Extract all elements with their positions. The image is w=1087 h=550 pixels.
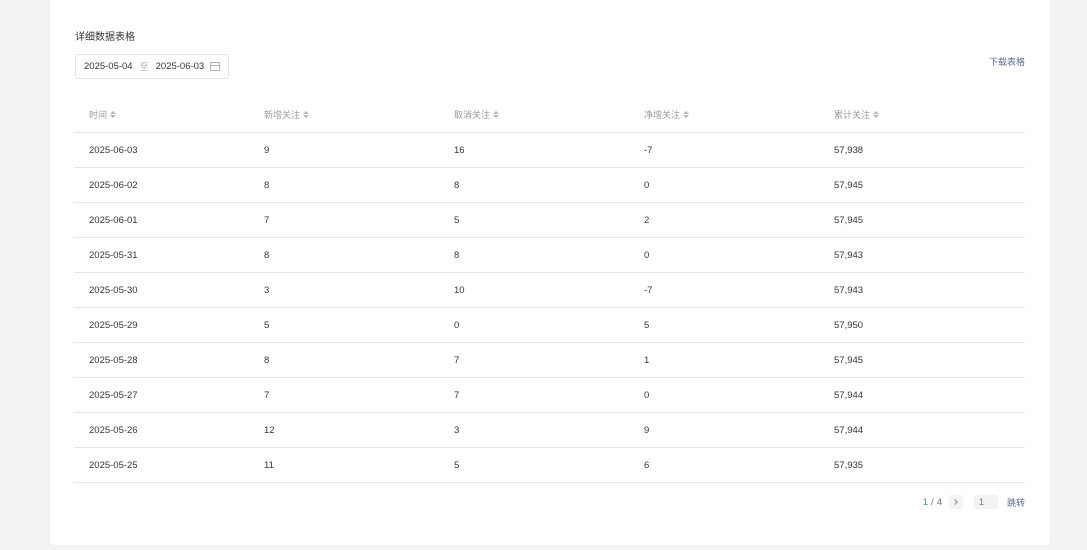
cell-net-follows: 1 bbox=[644, 354, 650, 366]
cell-total-follows: 57,938 bbox=[834, 144, 864, 156]
detail-data-card: 详细数据表格 2025-05-04 至 2025-06-03 下载表格 时间 新… bbox=[50, 0, 1050, 545]
jump-button[interactable]: 跳转 bbox=[1007, 496, 1025, 509]
cell-date: 2025-05-26 bbox=[89, 424, 138, 436]
cell-unfollows: 16 bbox=[454, 144, 465, 156]
cell-total-follows: 57,945 bbox=[834, 179, 864, 191]
cell-net-follows: 6 bbox=[644, 459, 650, 471]
cell-total-follows: 57,945 bbox=[834, 214, 864, 226]
cell-date: 2025-05-27 bbox=[89, 389, 138, 401]
cell-total-follows: 57,950 bbox=[834, 319, 864, 331]
pagination: 1 / 4 跳转 bbox=[923, 495, 1025, 509]
date-range-end[interactable]: 2025-06-03 bbox=[156, 61, 205, 72]
cell-total-follows: 57,945 bbox=[834, 354, 864, 366]
total-pages: 4 bbox=[936, 496, 942, 508]
table-row: 2025-05-27 7 7 0 57,944 bbox=[74, 378, 1025, 413]
cell-date: 2025-05-25 bbox=[89, 459, 138, 471]
cell-date: 2025-05-31 bbox=[89, 249, 138, 261]
calendar-icon[interactable] bbox=[210, 62, 220, 71]
cell-unfollows: 8 bbox=[454, 179, 460, 191]
cell-date: 2025-06-02 bbox=[89, 179, 138, 191]
cell-unfollows: 3 bbox=[454, 424, 460, 436]
column-header-new-follows[interactable]: 新增关注 bbox=[264, 108, 454, 121]
date-range-start[interactable]: 2025-05-04 bbox=[84, 61, 133, 72]
page-number-input[interactable] bbox=[973, 495, 998, 509]
section-title: 详细数据表格 bbox=[75, 32, 135, 43]
current-page: 1 bbox=[922, 496, 929, 508]
cell-unfollows: 8 bbox=[454, 249, 460, 261]
cell-new-follows: 7 bbox=[264, 389, 270, 401]
sort-icon[interactable] bbox=[683, 111, 690, 118]
cell-new-follows: 8 bbox=[264, 354, 270, 366]
sort-icon[interactable] bbox=[110, 111, 117, 118]
column-header-total-follows[interactable]: 累计关注 bbox=[834, 108, 1025, 121]
cell-net-follows: 0 bbox=[644, 389, 650, 401]
table-row: 2025-06-01 7 5 2 57,945 bbox=[74, 203, 1025, 238]
cell-new-follows: 9 bbox=[264, 144, 270, 156]
cell-new-follows: 3 bbox=[264, 284, 270, 296]
cell-total-follows: 57,943 bbox=[834, 249, 864, 261]
cell-new-follows: 8 bbox=[264, 249, 270, 261]
cell-new-follows: 7 bbox=[264, 214, 270, 226]
cell-net-follows: 0 bbox=[644, 179, 650, 191]
cell-net-follows: 0 bbox=[644, 249, 650, 261]
cell-date: 2025-05-29 bbox=[89, 319, 138, 331]
download-table-link[interactable]: 下载表格 bbox=[989, 55, 1025, 68]
cell-new-follows: 11 bbox=[264, 459, 274, 471]
cell-unfollows: 7 bbox=[454, 354, 460, 366]
cell-total-follows: 57,944 bbox=[834, 389, 864, 401]
table-header-row: 时间 新增关注 取消关注 净增关注 累计关注 bbox=[74, 97, 1025, 133]
table-row: 2025-05-25 11 5 6 57,935 bbox=[74, 448, 1025, 483]
cell-total-follows: 57,943 bbox=[834, 284, 864, 296]
column-header-unfollows[interactable]: 取消关注 bbox=[454, 108, 644, 121]
cell-unfollows: 5 bbox=[454, 459, 460, 471]
sort-icon[interactable] bbox=[303, 111, 310, 118]
table-row: 2025-05-29 5 0 5 57,950 bbox=[74, 308, 1025, 343]
cell-net-follows: -7 bbox=[644, 144, 653, 156]
table-row: 2025-05-31 8 8 0 57,943 bbox=[74, 238, 1025, 273]
table-row: 2025-06-03 9 16 -7 57,938 bbox=[74, 133, 1025, 168]
next-page-button[interactable] bbox=[948, 495, 963, 509]
cell-net-follows: 9 bbox=[644, 424, 650, 436]
page-separator: / bbox=[931, 496, 934, 508]
sort-icon[interactable] bbox=[493, 111, 500, 118]
cell-new-follows: 12 bbox=[264, 424, 275, 436]
table-row: 2025-05-30 3 10 -7 57,943 bbox=[74, 273, 1025, 308]
cell-new-follows: 8 bbox=[264, 179, 270, 191]
cell-date: 2025-06-01 bbox=[89, 214, 138, 226]
cell-total-follows: 57,944 bbox=[834, 424, 864, 436]
chevron-right-icon bbox=[952, 499, 958, 505]
cell-new-follows: 5 bbox=[264, 319, 270, 331]
cell-date: 2025-06-03 bbox=[89, 144, 138, 156]
cell-total-follows: 57,935 bbox=[834, 459, 864, 471]
data-table: 时间 新增关注 取消关注 净增关注 累计关注 2025-06-03 9 16 -… bbox=[74, 97, 1025, 483]
cell-net-follows: -7 bbox=[644, 284, 653, 296]
column-header-time[interactable]: 时间 bbox=[74, 108, 264, 121]
date-range-separator: 至 bbox=[139, 62, 149, 72]
cell-net-follows: 5 bbox=[644, 319, 650, 331]
cell-net-follows: 2 bbox=[644, 214, 650, 226]
date-range-picker[interactable]: 2025-05-04 至 2025-06-03 bbox=[75, 54, 229, 79]
cell-unfollows: 10 bbox=[454, 284, 465, 296]
table-row: 2025-05-26 12 3 9 57,944 bbox=[74, 413, 1025, 448]
cell-date: 2025-05-28 bbox=[89, 354, 138, 366]
column-header-net-follows[interactable]: 净增关注 bbox=[644, 108, 834, 121]
cell-unfollows: 7 bbox=[454, 389, 460, 401]
cell-unfollows: 5 bbox=[454, 214, 460, 226]
table-row: 2025-06-02 8 8 0 57,945 bbox=[74, 168, 1025, 203]
sort-icon[interactable] bbox=[873, 111, 880, 118]
cell-unfollows: 0 bbox=[454, 319, 460, 331]
cell-date: 2025-05-30 bbox=[89, 284, 138, 296]
table-row: 2025-05-28 8 7 1 57,945 bbox=[74, 343, 1025, 378]
